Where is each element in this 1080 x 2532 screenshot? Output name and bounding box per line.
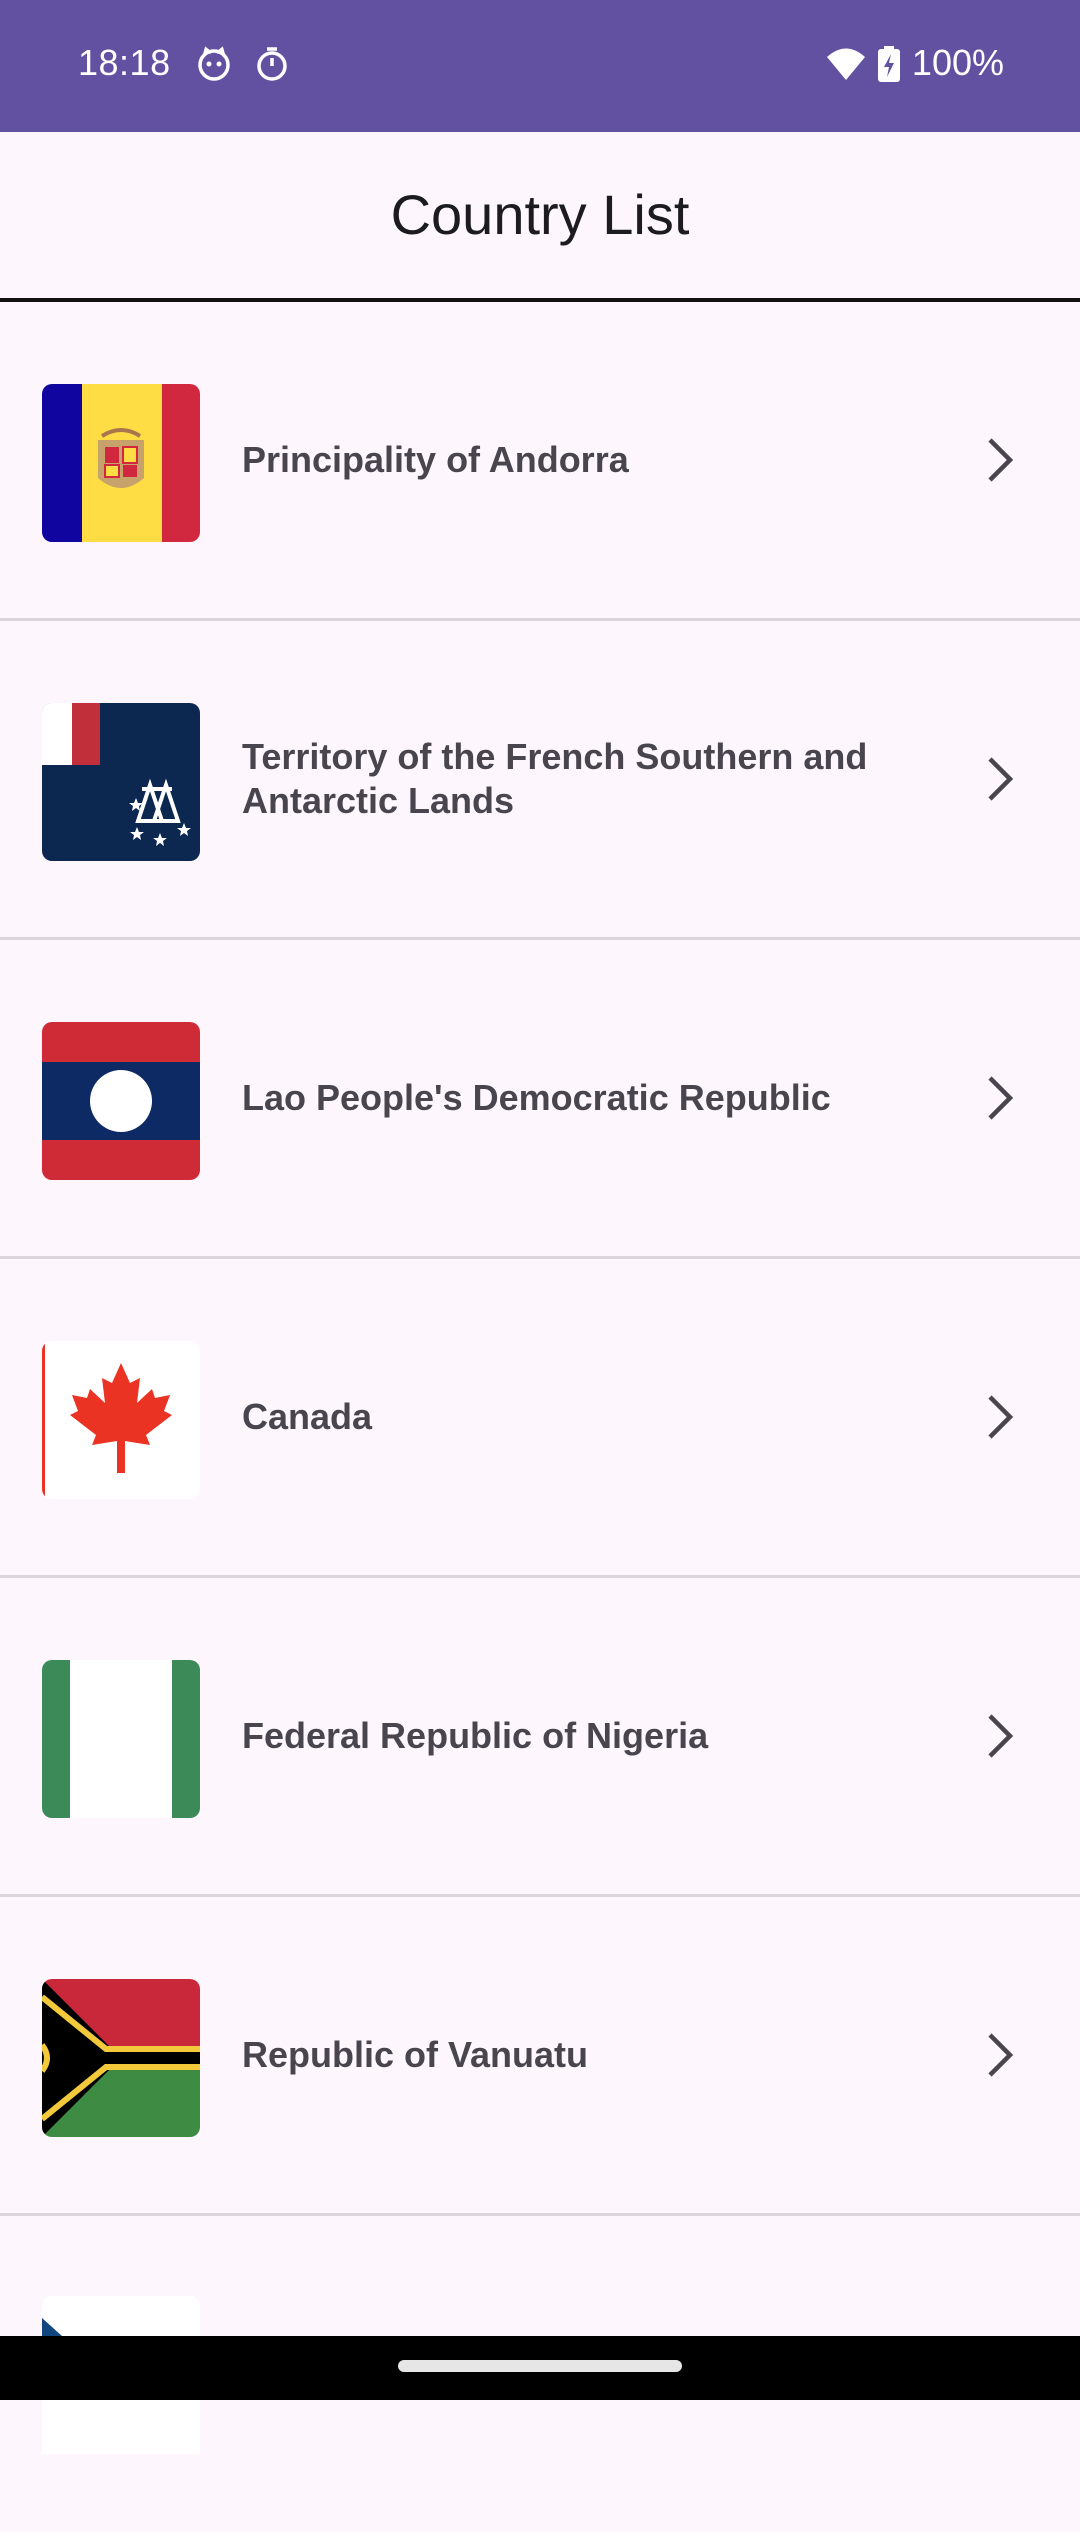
page-title: Country List (390, 183, 690, 246)
list-item-laos[interactable]: Lao People's Democratic Republic (0, 940, 1080, 1259)
country-list[interactable]: Principality of Andorra Territory of the (0, 302, 1080, 2532)
chevron-right-icon (980, 753, 1020, 805)
country-name: Lao People's Democratic Republic (242, 1077, 831, 1118)
battery-charging-icon (878, 46, 900, 82)
nigeria-flag-icon (42, 1660, 200, 1818)
country-name: Territory of the French Southern and Ant… (242, 736, 868, 821)
status-bar: 18:18 100% (0, 0, 1080, 132)
andorra-flag-icon (42, 384, 200, 542)
list-item-french-southern-lands[interactable]: Territory of the French Southern and Ant… (0, 621, 1080, 940)
notification-cat-icon (196, 46, 232, 82)
timer-icon (254, 46, 290, 82)
country-name: Federal Republic of Nigeria (242, 1715, 709, 1756)
list-item-canada[interactable]: Canada (0, 1259, 1080, 1578)
wifi-icon (826, 46, 866, 82)
chevron-right-icon (980, 1072, 1020, 1124)
app-bar: Country List (0, 132, 1080, 302)
chevron-right-icon (980, 434, 1020, 486)
laos-flag-icon (42, 1022, 200, 1180)
chevron-right-icon (980, 1710, 1020, 1762)
country-name: Principality of Andorra (242, 439, 629, 480)
chevron-right-icon (980, 2029, 1020, 2081)
navigation-bar (0, 2336, 1080, 2400)
battery-percent: 100% (911, 42, 1004, 83)
list-item-andorra[interactable]: Principality of Andorra (0, 302, 1080, 621)
country-name: Canada (242, 1396, 373, 1437)
chevron-right-icon (980, 1391, 1020, 1443)
vanuatu-flag-icon (42, 1979, 200, 2137)
status-time: 18:18 (78, 42, 171, 83)
home-gesture-handle[interactable] (398, 2360, 682, 2372)
french-southern-lands-flag-icon (42, 703, 200, 861)
list-item-vanuatu[interactable]: Republic of Vanuatu (0, 1897, 1080, 2216)
canada-flag-icon (42, 1341, 200, 1499)
list-item-nigeria[interactable]: Federal Republic of Nigeria (0, 1578, 1080, 1897)
country-name: Republic of Vanuatu (242, 2034, 589, 2075)
